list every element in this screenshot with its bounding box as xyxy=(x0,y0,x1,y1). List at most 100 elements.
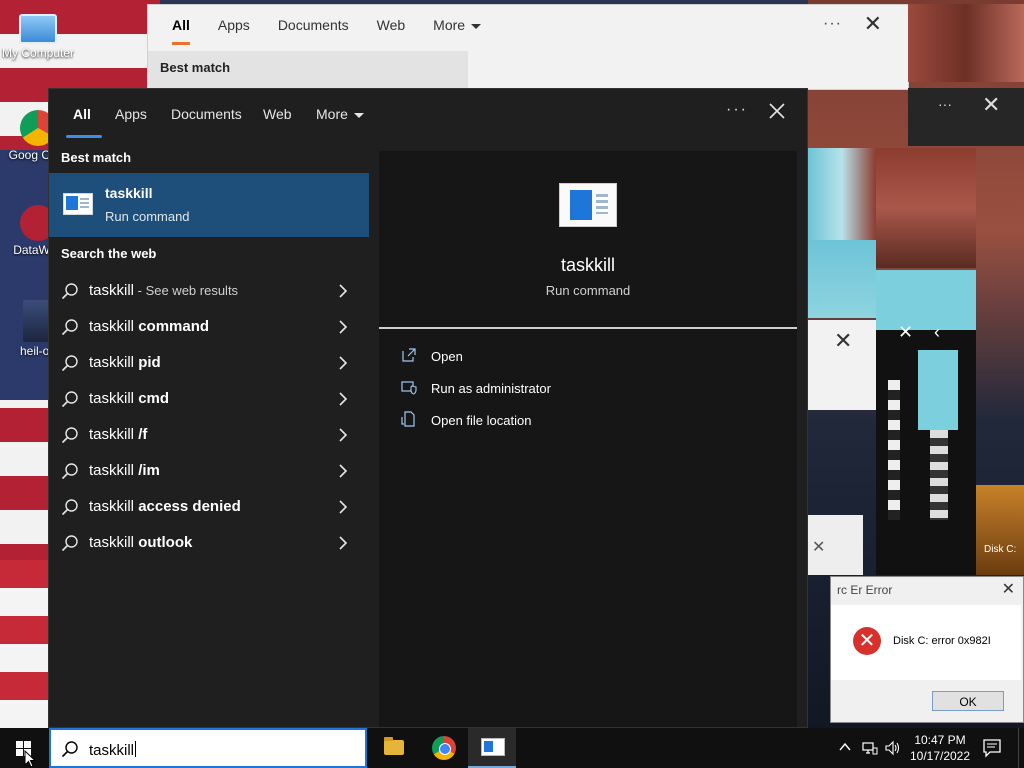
web-result-text: taskkill - See web results xyxy=(89,282,238,299)
ghost-back-icon: ‹ xyxy=(934,322,940,342)
chevron-right-icon xyxy=(339,284,348,298)
glitch-artifact xyxy=(808,240,876,318)
show-desktop-button[interactable] xyxy=(1018,728,1024,768)
run-command-icon xyxy=(559,183,617,227)
window-pane xyxy=(570,190,592,220)
action-label: Open file location xyxy=(431,413,532,428)
glitch-artifact xyxy=(876,148,976,268)
action-open-file-location[interactable]: Open file location xyxy=(401,407,781,435)
ghost-tab-all: All xyxy=(172,17,190,45)
best-match-title: taskkill xyxy=(105,185,153,201)
ghost-close-icon: ✕ xyxy=(898,322,914,342)
web-result-query: taskkill xyxy=(89,318,139,335)
ok-button[interactable]: OK xyxy=(932,691,1004,711)
glitch-artifact xyxy=(808,148,876,240)
close-icon[interactable]: ✕ xyxy=(1002,579,1015,599)
ghost-dialog-fragment: ✕ xyxy=(808,320,876,410)
search-panel: All Apps Documents Web More ··· Best mat… xyxy=(48,88,808,728)
ghost-close-icon: ✕ xyxy=(834,328,853,353)
best-match-result[interactable]: taskkill Run command xyxy=(49,173,369,237)
search-icon xyxy=(61,283,78,300)
action-open[interactable]: Open xyxy=(401,343,781,371)
taskbar-run-dialog[interactable] xyxy=(468,728,516,768)
web-result-suggestion: command xyxy=(138,318,210,335)
ghost-tab-apps: Apps xyxy=(217,17,250,33)
glitch-artifact xyxy=(976,485,1024,575)
tab-web[interactable]: Web xyxy=(263,106,292,122)
error-dialog-body: ✕ Disk C: error 0x982I xyxy=(831,605,1021,680)
taskbar-chrome[interactable] xyxy=(420,728,468,768)
tab-more-label: More xyxy=(316,106,348,122)
web-result-suggestion: access denied xyxy=(138,498,241,515)
web-result-row[interactable]: taskkill cmd xyxy=(49,381,369,417)
windows-logo-icon xyxy=(16,741,23,748)
web-result-query: taskkill xyxy=(89,354,139,371)
ghost-tab-more: More xyxy=(433,17,482,45)
desktop-icon-label: My Computer xyxy=(1,46,75,60)
web-result-row[interactable]: taskkill outlook xyxy=(49,525,369,561)
folder-icon xyxy=(384,737,404,755)
preview-subtitle: Run command xyxy=(545,283,631,298)
results-list: Best match taskkill Run command Search t… xyxy=(49,141,369,727)
desktop-icon-my-computer[interactable]: My Computer xyxy=(0,8,76,60)
network-icon[interactable] xyxy=(862,740,878,756)
taskbar-search-box[interactable]: taskkill xyxy=(49,728,367,768)
run-command-icon xyxy=(63,193,93,215)
taskbar-clock[interactable]: 10:47 PM 10/17/2022 xyxy=(898,732,982,764)
search-input-value: taskkill xyxy=(89,742,135,759)
ghost-close-icon: ✕ xyxy=(863,11,882,36)
ghost-close-icon: ✕ xyxy=(812,539,826,556)
error-message: Disk C: error 0x982I xyxy=(893,635,991,647)
web-result-query: taskkill xyxy=(89,390,139,407)
taskbar-file-explorer[interactable] xyxy=(370,728,418,768)
chevron-down-icon xyxy=(353,112,364,118)
web-result-text: taskkill pid xyxy=(89,354,161,371)
start-button[interactable] xyxy=(0,728,48,768)
web-result-row[interactable]: taskkill pid xyxy=(49,345,369,381)
clock-time: 10:47 PM xyxy=(914,733,966,747)
search-icon xyxy=(61,535,78,552)
search-icon xyxy=(61,355,78,372)
web-result-row[interactable]: taskkill - See web results xyxy=(49,273,369,309)
web-result-row[interactable]: taskkill /f xyxy=(49,417,369,453)
tab-apps[interactable]: Apps xyxy=(115,106,147,122)
open-icon xyxy=(402,348,416,362)
web-result-row[interactable]: taskkill access denied xyxy=(49,489,369,525)
search-tabs: All Apps Documents Web More ··· xyxy=(49,89,807,141)
action-run-as-administrator[interactable]: Run as administrator xyxy=(401,375,781,403)
action-label: Open xyxy=(431,349,463,364)
web-result-row[interactable]: taskkill command xyxy=(49,309,369,345)
chevron-right-icon xyxy=(339,320,348,334)
web-result-suggestion: pid xyxy=(138,354,161,371)
tab-documents[interactable]: Documents xyxy=(171,106,242,122)
more-options-icon[interactable]: ··· xyxy=(726,101,748,119)
web-result-text: taskkill cmd xyxy=(89,390,169,407)
ghost-tab-web: Web xyxy=(376,17,406,33)
search-input[interactable]: taskkill xyxy=(89,741,137,759)
search-icon xyxy=(61,499,78,516)
web-result-query: taskkill xyxy=(89,534,139,551)
web-result-text: taskkill access denied xyxy=(89,498,241,515)
ghost-search-window: All Apps Documents Web More ··· ✕ Best m… xyxy=(147,4,909,90)
search-icon xyxy=(61,463,78,480)
ghost-tab-documents: Documents xyxy=(277,17,349,33)
ghost-close-icon: ✕ xyxy=(982,92,1001,117)
tab-all[interactable]: All xyxy=(73,106,91,122)
search-icon xyxy=(61,319,78,336)
web-result-text: taskkill command xyxy=(89,318,209,335)
glitch-artifact xyxy=(888,380,900,520)
chevron-right-icon xyxy=(339,356,348,370)
window-lines xyxy=(596,194,608,214)
best-match-subtitle: Run command xyxy=(105,209,190,224)
file-location-icon xyxy=(401,411,415,427)
tab-more[interactable]: More xyxy=(316,106,364,122)
web-result-query: taskkill xyxy=(89,462,139,479)
ghost-window-titlebar: ··· ✕ xyxy=(908,88,1024,146)
search-icon xyxy=(61,391,78,408)
chevron-up-icon[interactable] xyxy=(838,740,852,754)
close-icon[interactable] xyxy=(765,99,789,123)
glitch-artifact xyxy=(876,270,976,330)
web-result-row[interactable]: taskkill /im xyxy=(49,453,369,489)
notification-icon[interactable] xyxy=(982,736,1002,760)
computer-icon xyxy=(19,14,57,44)
